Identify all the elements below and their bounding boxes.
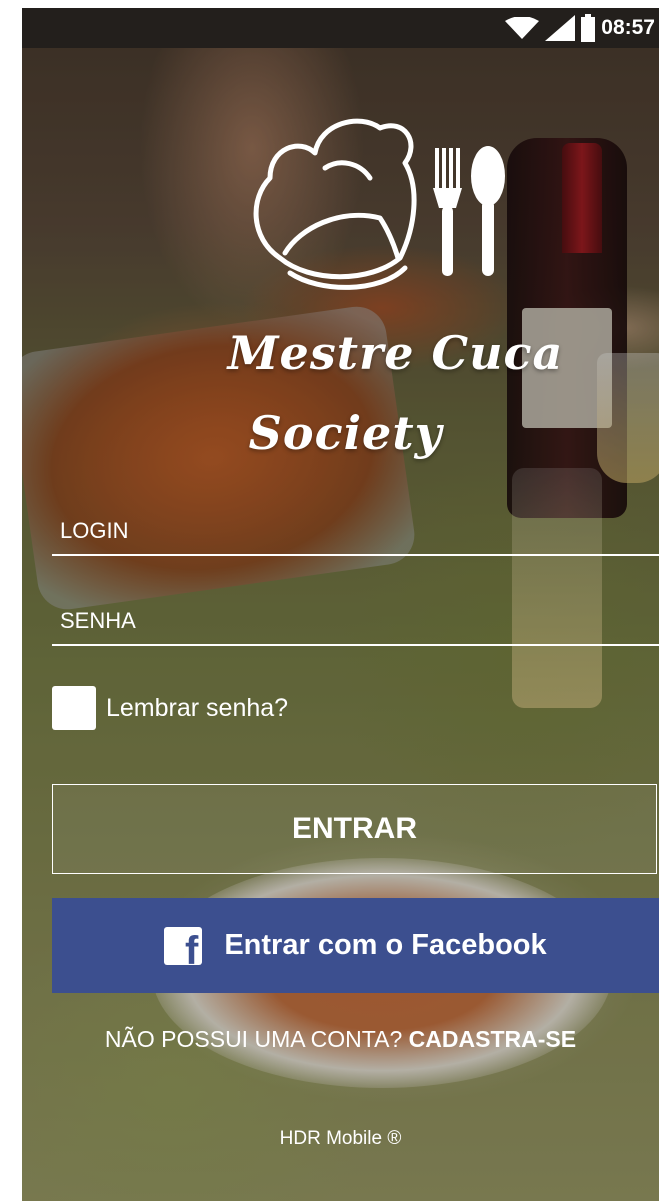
status-time: 08:57 (601, 16, 655, 39)
brand-title-line2: Society (248, 406, 443, 460)
login-screen: 08:57 Mestre Cuca Society LOGIN Lembrar … (22, 8, 659, 1201)
brand-title-line1: Mestre Cuca (227, 326, 564, 380)
signal-icon (545, 15, 576, 41)
status-icons: 08:57 (505, 14, 655, 42)
facebook-button-label: Entrar com o Facebook (224, 929, 547, 961)
wifi-icon (505, 17, 540, 39)
remember-checkbox[interactable] (52, 686, 96, 730)
chef-hat-icon (253, 118, 505, 290)
remember-password[interactable]: Lembrar senha? (52, 686, 288, 730)
status-bar: 08:57 (22, 8, 659, 48)
remember-label: Lembrar senha? (106, 693, 289, 722)
login-button[interactable]: ENTRAR (52, 784, 657, 874)
spoon-icon (471, 146, 505, 276)
signup-question: NÃO POSSUI UMA CONTA? (104, 1026, 403, 1052)
login-input[interactable] (52, 518, 659, 554)
signup-prompt: NÃO POSSUI UMA CONTA? CADASTRA-SE (22, 1026, 659, 1053)
signup-link[interactable]: CADASTRA-SE (409, 1026, 576, 1052)
battery-icon (581, 14, 596, 42)
login-field[interactable] (52, 518, 659, 556)
facebook-icon: f (164, 926, 203, 965)
facebook-login-button[interactable]: f Entrar com o Facebook (52, 898, 659, 993)
password-input[interactable] (52, 608, 659, 644)
footer-credit: HDR Mobile ® (279, 1128, 402, 1149)
password-field[interactable] (52, 608, 659, 646)
fork-icon (433, 148, 462, 276)
